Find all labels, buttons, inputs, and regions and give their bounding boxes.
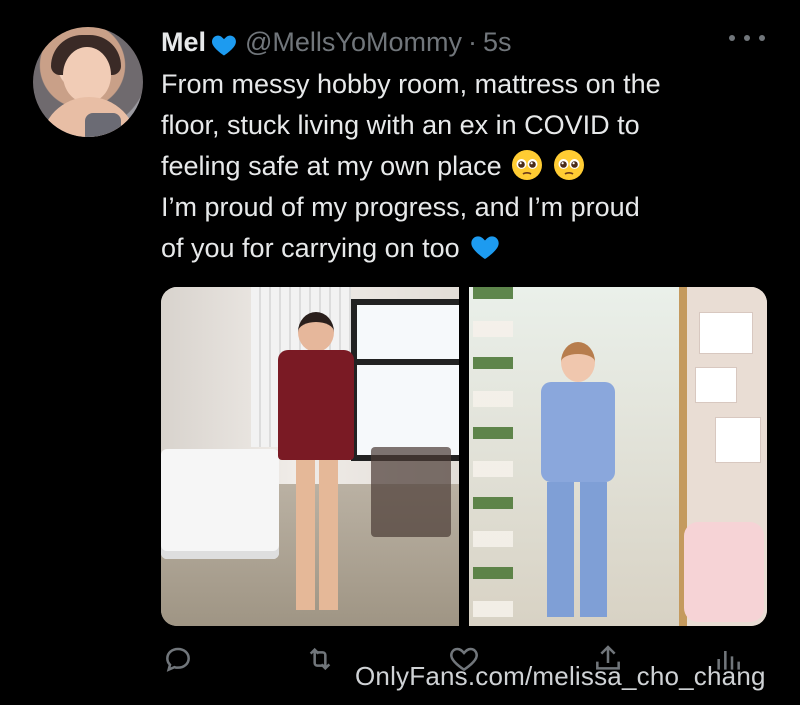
photo-person [529, 342, 624, 622]
person-legs [296, 460, 338, 610]
avatar-face [63, 47, 111, 103]
tweet-line: I’m proud of my progress, and I’m proud [161, 192, 640, 222]
more-dot [729, 35, 735, 41]
photo-after[interactable] [469, 287, 767, 626]
photo-person [276, 312, 356, 622]
tweet-line-3: feeling safe at my own place [161, 146, 781, 187]
photo-window-frame [351, 359, 459, 365]
person-scrubs-pants [547, 482, 607, 617]
tweet-line-text: of you for carrying on too [161, 233, 460, 263]
avatar-top [85, 113, 121, 137]
reply-icon[interactable] [162, 643, 198, 679]
more-icon[interactable] [729, 28, 765, 48]
tweet-media[interactable] [161, 287, 767, 626]
photo-clutter [371, 447, 451, 537]
tweet-line-5: of you for carrying on too [161, 228, 781, 269]
photo-mattress [161, 449, 279, 559]
tweet-line: From messy hobby room, mattress on the [161, 69, 661, 99]
photo-wall-card [715, 417, 761, 463]
person-shirt [278, 350, 354, 460]
watermark-text: OnlyFans.com/melissa_cho_chang [355, 661, 766, 691]
pleading-face-icon [511, 149, 543, 181]
photo-wall-card [699, 312, 753, 354]
blue-heart-icon [209, 31, 239, 59]
tweet-line: floor, stuck living with an ex in COVID … [161, 110, 640, 140]
photo-window [351, 299, 459, 461]
person-head [561, 342, 595, 382]
separator-dot: · [467, 26, 477, 57]
handle[interactable]: @MellsYoMommy [245, 27, 462, 58]
photo-before[interactable] [161, 287, 459, 626]
photo-flower-vine [473, 287, 513, 626]
avatar[interactable] [33, 27, 143, 137]
tweet-text: From messy hobby room, mattress on the f… [161, 64, 781, 269]
blue-heart-icon [469, 231, 501, 263]
person-scrubs-top [541, 382, 615, 482]
retweet-icon[interactable] [304, 643, 340, 679]
display-name[interactable]: Mel [161, 27, 206, 58]
more-dot [744, 35, 750, 41]
photo-pillow [684, 522, 764, 622]
tweet-header: Mel @MellsYoMommy · 5s [161, 22, 512, 62]
person-head [298, 312, 334, 352]
tweet-line-text: feeling safe at my own place [161, 151, 502, 181]
timestamp[interactable]: 5s [483, 27, 512, 58]
pleading-face-icon [553, 149, 585, 181]
more-dot [759, 35, 765, 41]
photo-wall-card [695, 367, 737, 403]
